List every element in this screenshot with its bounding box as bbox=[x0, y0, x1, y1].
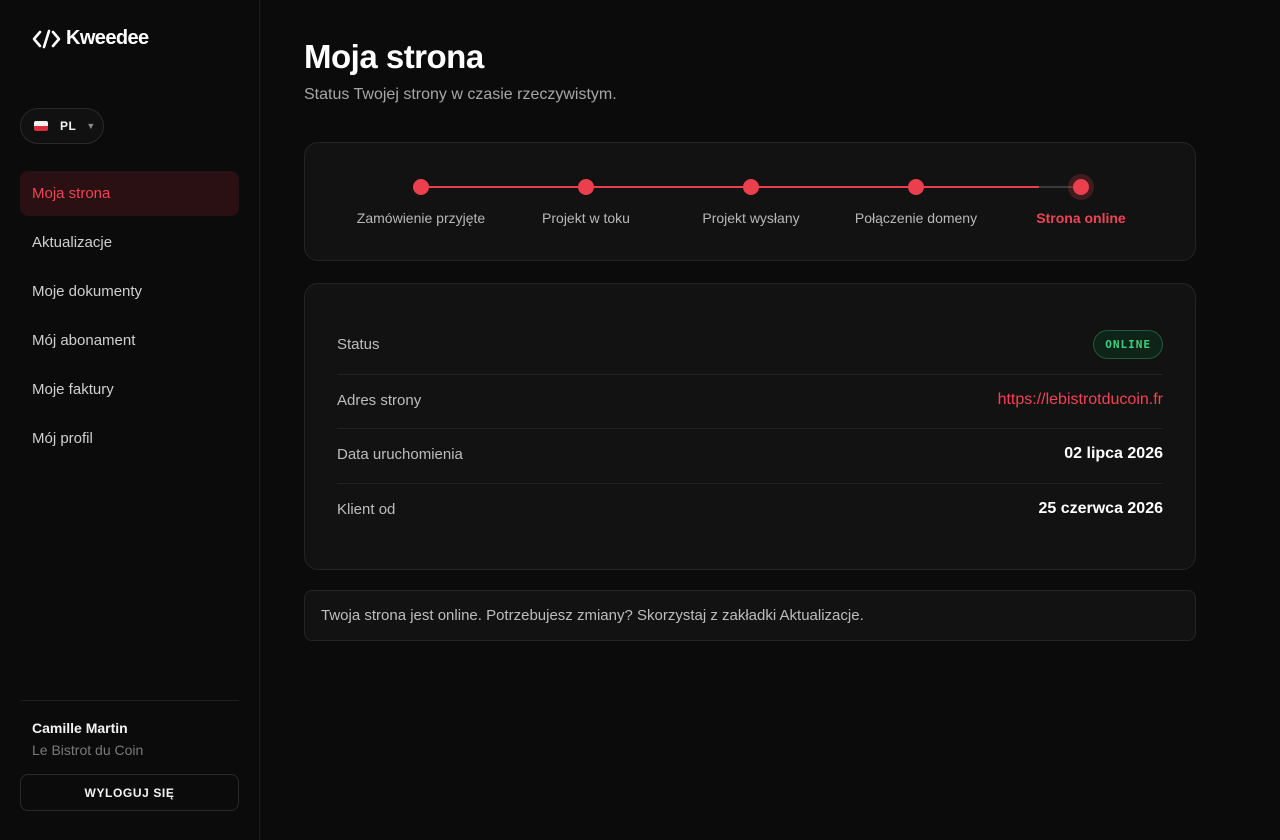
site-info-card: Status ONLINE Adres strony https://lebis… bbox=[304, 283, 1196, 570]
divider bbox=[337, 374, 1163, 375]
launch-date-value: 02 lipca 2026 bbox=[1064, 445, 1163, 462]
step-label: Połączenie domeny bbox=[854, 210, 978, 226]
step-label: Zamówienie przyjęte bbox=[356, 210, 486, 226]
progress-card: Zamówienie przyjęte Projekt w toku Proje… bbox=[304, 142, 1196, 261]
brand-name: Kweedee bbox=[66, 27, 149, 49]
sidebar-item-label: Aktualizacje bbox=[32, 234, 113, 251]
site-address-link[interactable]: https://lebistrotducoin.fr bbox=[998, 391, 1163, 409]
info-row-launch-date: Data uruchomienia 02 lipca 2026 bbox=[337, 445, 1163, 463]
step-label: Projekt w toku bbox=[542, 210, 630, 226]
progress-step: Połączenie domeny bbox=[831, 143, 1001, 262]
page-title: Moja strona bbox=[304, 38, 484, 75]
step-dot-current bbox=[1073, 179, 1089, 195]
page-subtitle: Status Twojej strony w czasie rzeczywist… bbox=[304, 86, 617, 103]
poland-flag-icon bbox=[34, 121, 48, 131]
sidebar-item-moja-strona[interactable]: Moja strona bbox=[20, 171, 239, 216]
progress-step: Zamówienie przyjęte bbox=[336, 143, 506, 262]
launch-date-label: Data uruchomienia bbox=[337, 445, 463, 463]
info-row-client-since: Klient od 25 czerwca 2026 bbox=[337, 500, 1163, 518]
notice-text: Twoja strona jest online. Potrzebujesz z… bbox=[321, 607, 864, 624]
step-label: Strona online bbox=[1036, 210, 1126, 226]
client-since-label: Klient od bbox=[337, 500, 396, 518]
progress-stepper: Zamówienie przyjęte Projekt w toku Proje… bbox=[305, 143, 1197, 262]
sidebar-item-moj-abonament[interactable]: Mój abonament bbox=[20, 318, 239, 363]
user-name: Camille Martin bbox=[32, 720, 128, 736]
info-row-address: Adres strony https://lebistrotducoin.fr bbox=[337, 391, 1163, 409]
sidebar-item-aktualizacje[interactable]: Aktualizacje bbox=[20, 220, 239, 265]
info-notice: Twoja strona jest online. Potrzebujesz z… bbox=[304, 590, 1196, 641]
logout-button[interactable]: WYLOGUJ SIĘ bbox=[20, 774, 239, 811]
progress-step-current: Strona online bbox=[996, 143, 1166, 262]
sidebar-item-moje-faktury[interactable]: Moje faktury bbox=[20, 367, 239, 412]
client-since-value: 25 czerwca 2026 bbox=[1038, 500, 1163, 517]
sidebar-item-label: Mój profil bbox=[32, 430, 93, 447]
language-selector[interactable]: PL ▼ bbox=[20, 108, 104, 144]
sidebar-nav: Moja strona Aktualizacje Moje dokumenty … bbox=[20, 171, 239, 465]
sidebar: Kweedee PL ▼ Moja strona Aktualizacje Mo… bbox=[0, 0, 260, 840]
divider bbox=[337, 428, 1163, 429]
sidebar-item-label: Mój abonament bbox=[32, 332, 136, 349]
step-dot bbox=[413, 179, 429, 195]
user-company: Le Bistrot du Coin bbox=[32, 742, 144, 758]
step-dot bbox=[908, 179, 924, 195]
progress-step: Projekt wysłany bbox=[666, 143, 836, 262]
sidebar-item-label: Moja strona bbox=[32, 185, 111, 202]
sidebar-item-label: Moje faktury bbox=[32, 381, 114, 398]
info-row-status: Status ONLINE bbox=[337, 330, 1163, 359]
sidebar-item-moje-dokumenty[interactable]: Moje dokumenty bbox=[20, 269, 239, 314]
step-dot bbox=[743, 179, 759, 195]
user-panel: Camille Martin Le Bistrot du Coin WYLOGU… bbox=[20, 700, 239, 811]
language-code: PL bbox=[60, 119, 77, 133]
brand-logo[interactable]: Kweedee bbox=[32, 27, 149, 50]
status-label: Status bbox=[337, 336, 380, 353]
code-brackets-icon bbox=[32, 28, 62, 50]
status-badge: ONLINE bbox=[1093, 330, 1163, 359]
step-dot bbox=[578, 179, 594, 195]
divider bbox=[337, 483, 1163, 484]
caret-down-icon: ▼ bbox=[86, 121, 96, 131]
sidebar-item-moj-profil[interactable]: Mój profil bbox=[20, 416, 239, 461]
progress-step: Projekt w toku bbox=[501, 143, 671, 262]
address-label: Adres strony bbox=[337, 391, 422, 409]
step-label: Projekt wysłany bbox=[702, 210, 800, 226]
sidebar-item-label: Moje dokumenty bbox=[32, 283, 143, 300]
